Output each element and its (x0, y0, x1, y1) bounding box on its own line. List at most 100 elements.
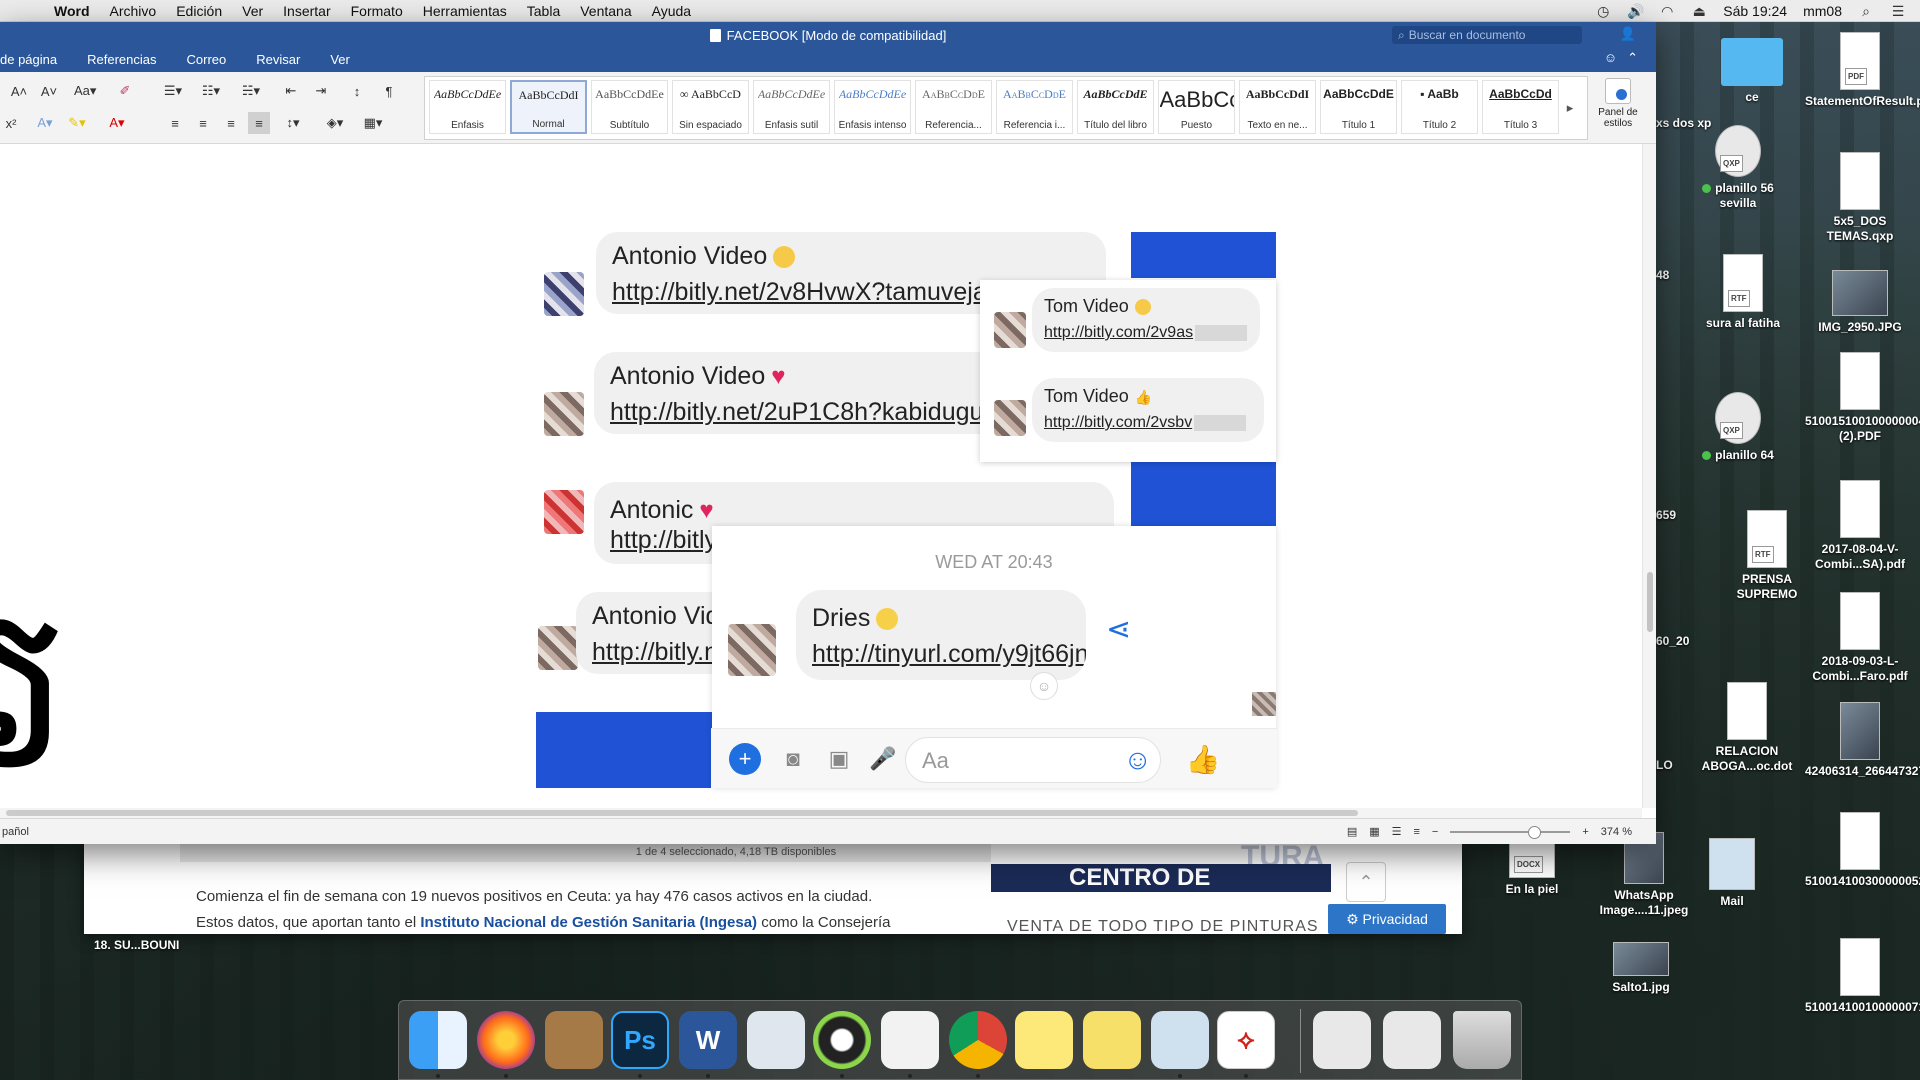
desktop-file-prensa[interactable]: RTF PRENSA SUPREMO (1712, 510, 1822, 602)
notes-dock-icon[interactable] (1015, 1011, 1073, 1069)
style-enfasis-sutil[interactable]: AaBbCcDdEe Énfasis sutil (753, 80, 830, 134)
pasted-messenger-screenshot[interactable]: Antonio Video http://bitly.net/2v8HvwX?t… (536, 232, 1277, 788)
scrollbar-thumb[interactable] (1647, 572, 1653, 632)
style-titulo-1[interactable]: AaBbCcDdE Título 1 (1320, 80, 1397, 134)
message-link[interactable]: http://bitly.com/2vsbv (1044, 414, 1247, 432)
desktop-file-2018-09-03[interactable]: 2018-09-03-L-Combi...Faro.pdf (1805, 592, 1915, 684)
menu-herramientas[interactable]: Herramientas (423, 3, 507, 19)
eject-icon[interactable]: ⏏ (1691, 3, 1707, 20)
line-spacing-icon[interactable]: ↕▾ (282, 112, 304, 134)
desktop-file-img2950[interactable]: IMG_2950.JPG (1805, 270, 1915, 335)
message-link[interactable]: http://bitly (610, 526, 717, 555)
desktop-file-42406314[interactable]: 42406314_26644732732...n(1).jpg (1805, 702, 1920, 779)
scrollbar-thumb[interactable] (6, 810, 1358, 816)
decrease-indent-icon[interactable]: ⇤ (280, 80, 302, 102)
finder-dock-icon[interactable] (409, 1011, 467, 1069)
menu-ayuda[interactable]: Ayuda (652, 3, 691, 19)
word-dock-icon[interactable]: W (679, 1011, 737, 1069)
plus-icon[interactable]: + (729, 743, 761, 775)
message-link[interactable]: http://bitly.net/2v8HvwX?tamuvejapale (612, 278, 1034, 307)
trash-dock-icon[interactable] (1453, 1011, 1511, 1069)
message-bubble[interactable]: Dries http://tinyurl.com/y9jt66jn (796, 590, 1086, 680)
menu-archivo[interactable]: Archivo (110, 3, 157, 19)
message-link[interactable]: http://tinyurl.com/y9jt66jn (812, 640, 1086, 669)
desktop-file-statement[interactable]: PDF StatementOfResult.pdf (1805, 32, 1920, 109)
privacy-button[interactable]: ⚙ Privacidad (1328, 904, 1446, 934)
clear-format-icon[interactable]: ✐ (114, 80, 136, 102)
web-layout-view-icon[interactable]: ▦ (1369, 825, 1379, 838)
style-referencia-sutil[interactable]: AaBbCcDdE Referencia... (915, 80, 992, 134)
smiley-feedback-icon[interactable]: ☺ (1604, 50, 1617, 66)
language-indicator[interactable]: pañol (2, 826, 29, 838)
tab-referencias[interactable]: Referencias (87, 52, 156, 72)
draft-view-icon[interactable]: ≡ (1414, 826, 1420, 838)
contacts-dock-icon[interactable] (545, 1011, 603, 1069)
menu-formato[interactable]: Formato (351, 3, 403, 19)
shading-icon[interactable]: ◈▾ (324, 112, 346, 134)
textedit-dock-icon[interactable] (881, 1011, 939, 1069)
style-referencia-intensa[interactable]: AaBbCcDdE Referencia i... (996, 80, 1073, 134)
horizontal-scrollbar[interactable] (0, 808, 1642, 818)
message-bubble[interactable]: Tom Video 👍 http://bitly.com/2vsbv (1032, 378, 1264, 442)
desktop-file-5x5[interactable]: 5x5_DOS TEMAS.qxp (1805, 152, 1915, 244)
image-icon[interactable]: ▣ (823, 743, 855, 775)
show-marks-icon[interactable]: ¶ (378, 80, 400, 102)
desktop-folder-ce[interactable]: ce (1697, 38, 1807, 105)
style-sin-espaciado[interactable]: ∞ AaBbCcD Sin espaciado (672, 80, 749, 134)
photoshop-dock-icon[interactable]: Ps (611, 1011, 669, 1069)
share-user-icon[interactable]: 👤 (1620, 26, 1636, 42)
share-icon[interactable]: ⋖ (1106, 612, 1131, 647)
microphone-icon[interactable]: 🎤 (867, 743, 899, 775)
menu-app-name[interactable]: Word (54, 3, 90, 19)
zoom-in-button[interactable]: + (1582, 826, 1588, 838)
notification-center-icon[interactable]: ☰ (1890, 3, 1906, 20)
style-titulo-2[interactable]: ▪ AaBb Título 2 (1401, 80, 1478, 134)
news-link-ingesa[interactable]: Instituto Nacional de Gestión Sanitaria … (420, 914, 757, 931)
desktop-file-salto1[interactable]: Salto1.jpg (1586, 942, 1696, 995)
tab-correo[interactable]: Correo (187, 52, 227, 72)
camera-icon[interactable]: ◙ (777, 743, 809, 775)
advertisement-banner[interactable]: TURA CENTRO DE PINTURAS VENTA DE TODO TI… (991, 840, 1331, 935)
desktop-file-en-la-piel[interactable]: DOCX En la piel (1477, 842, 1587, 897)
chrome-dock-icon[interactable] (949, 1011, 1007, 1069)
zoom-level[interactable]: 374 % (1601, 826, 1632, 838)
text-effects-icon[interactable]: A▾ (34, 112, 56, 134)
desktop-file-510014100300[interactable]: 51001410030000005206...213.pdf (1805, 812, 1920, 889)
message-input[interactable]: Aa ☺ (905, 737, 1161, 783)
desktop-file-510015[interactable]: 51001510010000000485...)(2).PDF (1805, 352, 1920, 444)
vertical-scrollbar[interactable] (1642, 144, 1656, 808)
align-right-icon[interactable]: ≡ (220, 112, 242, 134)
multilevel-list-icon[interactable]: ☵▾ (240, 80, 262, 102)
print-layout-view-icon[interactable]: ▤ (1347, 825, 1357, 838)
volume-icon[interactable]: 🔊 (1627, 3, 1644, 20)
menu-insertar[interactable]: Insertar (283, 3, 330, 19)
add-reaction-icon[interactable]: ☺ (1030, 672, 1058, 700)
font-color-icon[interactable]: A▾ (106, 112, 128, 134)
desktop-file-sura[interactable]: RTF sura al fatiha (1688, 254, 1798, 331)
minimized-window-dock-icon[interactable] (1383, 1011, 1441, 1069)
desktop-app-mail[interactable]: Mail (1677, 838, 1787, 909)
menubar-clock[interactable]: Sáb 19:24 (1723, 3, 1787, 19)
bullets-icon[interactable]: ☰▾ (162, 80, 184, 102)
justify-icon[interactable]: ≡ (248, 112, 270, 134)
minimized-window-dock-icon[interactable] (1313, 1011, 1371, 1069)
styles-more-arrow-icon[interactable]: ▸ (1563, 80, 1577, 136)
emoji-picker-icon[interactable]: ☺ (1123, 744, 1152, 776)
desktop-file-510014100100[interactable]: 51001410010000007156...12.PDF (1805, 938, 1920, 1015)
tab-revisar[interactable]: Revisar (256, 52, 300, 72)
scroll-top-button[interactable]: ⌃ (1346, 862, 1386, 902)
desktop-file-planillo64[interactable]: QXP planillo 64 (1683, 392, 1793, 463)
menu-ventana[interactable]: Ventana (580, 3, 631, 19)
style-titulo-3[interactable]: AaBbCcDd Título 3 (1482, 80, 1559, 134)
document-search-input[interactable]: ⌕ Buscar en documento (1392, 26, 1582, 44)
quarkxpress-dock-icon[interactable] (813, 1011, 871, 1069)
firefox-dock-icon[interactable] (477, 1011, 535, 1069)
message-link[interactable]: http://bitly.net/2uP1C8h?kabidugunigo (610, 398, 1031, 427)
sort-icon[interactable]: ↕ (346, 80, 368, 102)
style-normal[interactable]: AaBbCcDdI Normal (510, 80, 587, 134)
message-bubble[interactable]: Tom Video http://bitly.com/2v9as (1032, 288, 1260, 352)
shrink-font-icon[interactable]: A˅ (38, 80, 60, 102)
numbering-icon[interactable]: ☷▾ (200, 80, 222, 102)
outline-view-icon[interactable]: ☰ (1392, 825, 1402, 838)
style-enfasis[interactable]: AaBbCcDdEe Énfasis (429, 80, 506, 134)
